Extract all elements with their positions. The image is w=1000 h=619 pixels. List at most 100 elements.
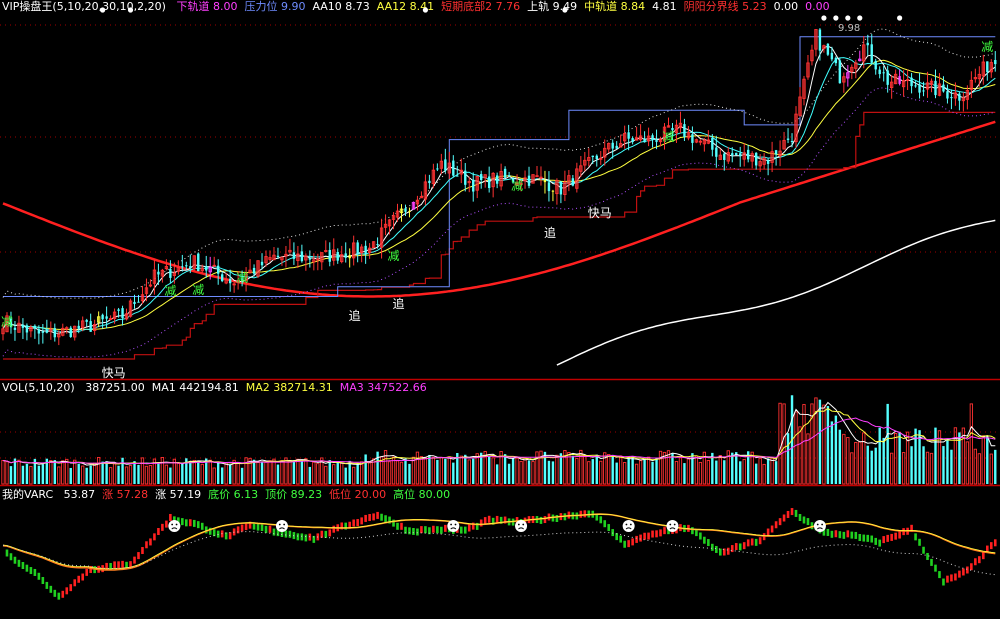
candle-body-down xyxy=(834,57,838,64)
volume-bar-down xyxy=(643,459,646,484)
volume-bar-up xyxy=(475,453,479,485)
reduce-signal-mark: 减 xyxy=(236,271,248,285)
candle-body-down xyxy=(559,181,563,195)
face-eye xyxy=(821,523,824,526)
candle-body-down xyxy=(507,175,511,177)
chase-signal-mark: 追 xyxy=(544,225,556,240)
candle-body-down xyxy=(838,60,842,84)
volume-bar-up xyxy=(858,441,862,485)
candle-body-down xyxy=(436,168,439,170)
volume-bar-down xyxy=(197,460,200,484)
top-signal-dot xyxy=(897,15,903,21)
candle-body-down xyxy=(21,324,25,328)
volume-bar-up xyxy=(666,450,671,485)
volume-bar-up xyxy=(399,461,404,485)
candle-body-down xyxy=(543,179,547,183)
volume-bar-up xyxy=(280,460,284,485)
reduce-signal-mark: 减 xyxy=(388,249,400,263)
volume-bar-down xyxy=(157,463,160,484)
face-eye xyxy=(673,523,676,526)
volume-bar-up xyxy=(192,459,196,485)
volume-bar-down xyxy=(766,458,770,484)
volume-bar-down xyxy=(591,459,594,484)
volume-bar-up xyxy=(623,462,627,485)
volume-bar-up xyxy=(112,463,117,485)
volume-bar-down xyxy=(878,427,881,484)
candle-body-down xyxy=(252,267,256,274)
volume-bar-up xyxy=(148,465,153,485)
volume-bar-down xyxy=(495,464,499,484)
candle-body-down xyxy=(723,153,726,160)
volume-bar-down xyxy=(452,462,455,484)
candle-body-down xyxy=(336,251,339,261)
candle-body-down xyxy=(595,155,598,160)
candle-body-down xyxy=(711,138,714,150)
volume-bar-down xyxy=(487,455,491,484)
volume-bar-down xyxy=(715,460,718,484)
high-price-tag: 9.98 xyxy=(838,23,860,34)
top-signal-dot xyxy=(127,7,134,13)
volume-bar-down xyxy=(376,451,379,484)
volume-bar-up xyxy=(977,453,981,485)
volume-bar-down xyxy=(994,449,997,484)
candle-body-down xyxy=(452,160,455,176)
volume-bar-up xyxy=(340,462,344,485)
candle-body-down xyxy=(169,268,172,278)
candle-body-down xyxy=(866,42,869,46)
volume-bar-up xyxy=(128,465,133,485)
volume-bar-up xyxy=(81,465,85,485)
candle-body-down xyxy=(121,308,124,319)
sad-face-icon xyxy=(813,520,826,532)
candle-body-down xyxy=(655,140,658,142)
volume-bar-down xyxy=(631,455,634,484)
candle-body-down xyxy=(404,208,407,212)
volume-bar-up xyxy=(304,458,308,485)
volume-bar-up xyxy=(718,455,722,485)
volume-bar-down xyxy=(571,455,575,484)
volume-bar-down xyxy=(986,435,989,484)
candle-body-down xyxy=(185,265,188,267)
volume-bar-up xyxy=(93,462,97,485)
volume-bar-up xyxy=(288,459,292,485)
volume-bar-down xyxy=(731,452,734,484)
volume-bar-up xyxy=(29,466,33,485)
candle-body-down xyxy=(408,211,411,213)
candle-body-down xyxy=(356,242,359,255)
volume-bar-down xyxy=(934,427,937,484)
volume-bar-down xyxy=(595,454,598,484)
volume-bar-up xyxy=(778,402,782,485)
candle-body-down xyxy=(922,90,925,92)
volume-bar-down xyxy=(240,467,244,484)
yin-yang-dividing-line xyxy=(2,120,996,298)
volume-bar-down xyxy=(308,466,312,484)
volume-bar-up xyxy=(981,435,985,485)
candle-body-down xyxy=(25,325,29,333)
volume-bar-down xyxy=(169,467,172,484)
reduce-signal-mark: 减 xyxy=(511,179,523,193)
chase-signal-mark: 追 xyxy=(393,296,405,311)
candle-body-down xyxy=(627,132,630,139)
candle-body-down xyxy=(527,175,531,186)
volume-bar-up xyxy=(96,457,101,485)
volume-bar-down xyxy=(348,460,351,484)
candle-body-down xyxy=(790,140,794,142)
volume-bar-up xyxy=(176,463,180,485)
volume-bar-down xyxy=(511,458,515,484)
candle-body-down xyxy=(487,176,491,188)
candle-body-down xyxy=(731,153,734,156)
candle-body-down xyxy=(591,155,594,158)
volume-bar-up xyxy=(256,462,260,485)
volume-bar-down xyxy=(739,461,742,484)
volume-bar-down xyxy=(137,464,140,484)
top-signal-dot xyxy=(100,7,106,13)
candle-body-down xyxy=(830,52,834,60)
candle-body-down xyxy=(45,330,49,333)
candle-body-down xyxy=(643,138,646,143)
face-eye xyxy=(171,523,174,526)
volume-bar-down xyxy=(507,463,511,484)
face-eye xyxy=(669,523,672,526)
volume-bar-up xyxy=(447,456,451,485)
volume-bar-up xyxy=(419,456,424,485)
candle-body-down xyxy=(205,266,208,271)
volume-bar-up xyxy=(17,459,21,485)
